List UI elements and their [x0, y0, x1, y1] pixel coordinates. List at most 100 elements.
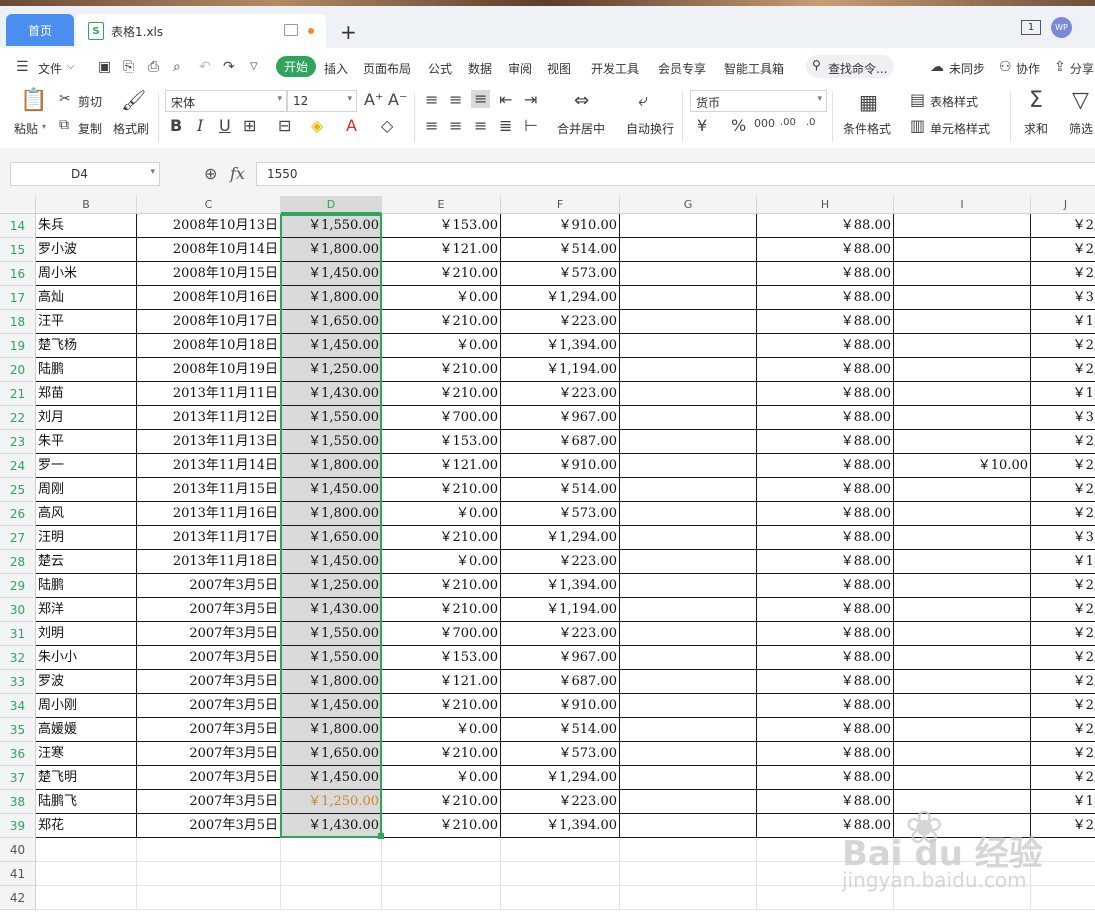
paste-button[interactable]: 粘贴: [14, 120, 38, 137]
cell-j21[interactable]: ￥1,: [1031, 382, 1095, 406]
cell-b27[interactable]: 汪明: [36, 526, 137, 550]
cell-d30[interactable]: ￥1,430.00: [281, 598, 382, 622]
cell-f19[interactable]: ￥1,394.00: [501, 334, 620, 358]
justify-icon[interactable]: ≣: [499, 118, 512, 134]
cell-g18[interactable]: [620, 310, 757, 334]
cell-c18[interactable]: 2008年10月17日: [137, 310, 281, 334]
cell-d24[interactable]: ￥1,800.00: [281, 454, 382, 478]
cell-e34[interactable]: ￥210.00: [382, 694, 501, 718]
cell-f31[interactable]: ￥223.00: [501, 622, 620, 646]
save-icon[interactable]: ▣: [98, 59, 111, 75]
cell-d21[interactable]: ￥1,430.00: [281, 382, 382, 406]
cell-d42[interactable]: [281, 886, 382, 910]
cell-g35[interactable]: [620, 718, 757, 742]
cell-f33[interactable]: ￥687.00: [501, 670, 620, 694]
cell-h39[interactable]: ￥88.00: [757, 814, 894, 838]
cell-d18[interactable]: ￥1,650.00: [281, 310, 382, 334]
cell-g41[interactable]: [620, 862, 757, 886]
cell-h30[interactable]: ￥88.00: [757, 598, 894, 622]
cell-j35[interactable]: ￥2,: [1031, 718, 1095, 742]
cell-b25[interactable]: 周刚: [36, 478, 137, 502]
cell-d32[interactable]: ￥1,550.00: [281, 646, 382, 670]
row-header-18[interactable]: 18: [0, 310, 36, 334]
cell-i35[interactable]: [894, 718, 1031, 742]
align-top-icon[interactable]: ≡: [425, 92, 438, 108]
cell-b35[interactable]: 高媛媛: [36, 718, 137, 742]
merge-center-icon[interactable]: ⇔: [574, 92, 589, 110]
cell-e15[interactable]: ￥121.00: [382, 238, 501, 262]
cell-b38[interactable]: 陆鹏飞: [36, 790, 137, 814]
cell-h16[interactable]: ￥88.00: [757, 262, 894, 286]
cell-c42[interactable]: [137, 886, 281, 910]
cell-f16[interactable]: ￥573.00: [501, 262, 620, 286]
cell-g37[interactable]: [620, 766, 757, 790]
cell-j36[interactable]: ￥2,: [1031, 742, 1095, 766]
menu-insert[interactable]: 插入: [324, 60, 348, 77]
cell-d38[interactable]: ￥1,250.00: [281, 790, 382, 814]
undo-icon[interactable]: ↶: [199, 59, 211, 75]
cell-f32[interactable]: ￥967.00: [501, 646, 620, 670]
cell-b26[interactable]: 高风: [36, 502, 137, 526]
cell-h23[interactable]: ￥88.00: [757, 430, 894, 454]
cell-i34[interactable]: [894, 694, 1031, 718]
cell-i42[interactable]: [894, 886, 1031, 910]
cell-e36[interactable]: ￥210.00: [382, 742, 501, 766]
cell-f18[interactable]: ￥223.00: [501, 310, 620, 334]
cell-i40[interactable]: [894, 838, 1031, 862]
cell-d34[interactable]: ￥1,450.00: [281, 694, 382, 718]
cell-d19[interactable]: ￥1,450.00: [281, 334, 382, 358]
cell-i32[interactable]: [894, 646, 1031, 670]
cell-b18[interactable]: 汪平: [36, 310, 137, 334]
cell-g38[interactable]: [620, 790, 757, 814]
cell-e40[interactable]: [382, 838, 501, 862]
cell-e19[interactable]: ￥0.00: [382, 334, 501, 358]
row-header-35[interactable]: 35: [0, 718, 36, 742]
cell-i39[interactable]: [894, 814, 1031, 838]
cell-j34[interactable]: ￥2,: [1031, 694, 1095, 718]
cell-i17[interactable]: [894, 286, 1031, 310]
cell-f22[interactable]: ￥967.00: [501, 406, 620, 430]
cell-h15[interactable]: ￥88.00: [757, 238, 894, 262]
distribute-icon[interactable]: ⊢: [524, 118, 538, 134]
cell-b20[interactable]: 陆鹏: [36, 358, 137, 382]
cell-c36[interactable]: 2007年3月5日: [137, 742, 281, 766]
format-painter-button[interactable]: 格式刷: [113, 120, 149, 137]
cell-c31[interactable]: 2007年3月5日: [137, 622, 281, 646]
cell-g20[interactable]: [620, 358, 757, 382]
row-header-28[interactable]: 28: [0, 550, 36, 574]
sum-icon[interactable]: Σ: [1029, 90, 1043, 112]
cell-i14[interactable]: [894, 214, 1031, 238]
cell-b24[interactable]: 罗一: [36, 454, 137, 478]
cell-e14[interactable]: ￥153.00: [382, 214, 501, 238]
cell-f42[interactable]: [501, 886, 620, 910]
cell-j42[interactable]: [1031, 886, 1095, 910]
cell-d31[interactable]: ￥1,550.00: [281, 622, 382, 646]
avatar[interactable]: WP: [1051, 17, 1072, 38]
sum-button[interactable]: 求和: [1024, 120, 1048, 137]
cell-f39[interactable]: ￥1,394.00: [501, 814, 620, 838]
cell-e17[interactable]: ￥0.00: [382, 286, 501, 310]
row-header-16[interactable]: 16: [0, 262, 36, 286]
monitor-icon[interactable]: [284, 24, 298, 36]
menu-hamburger-icon[interactable]: ☰: [16, 59, 29, 75]
cell-e29[interactable]: ￥210.00: [382, 574, 501, 598]
print-preview-icon[interactable]: ⌕: [173, 59, 181, 75]
cell-g32[interactable]: [620, 646, 757, 670]
cell-h31[interactable]: ￥88.00: [757, 622, 894, 646]
file-tab[interactable]: S 表格1.xls: [76, 14, 326, 48]
conditional-format-button[interactable]: 条件格式: [843, 120, 891, 137]
cell-f36[interactable]: ￥573.00: [501, 742, 620, 766]
column-header-g[interactable]: G: [620, 196, 757, 214]
align-bottom-icon[interactable]: ≡: [471, 90, 491, 108]
cell-b14[interactable]: 朱兵: [36, 214, 137, 238]
cell-j33[interactable]: ￥2,: [1031, 670, 1095, 694]
row-header-19[interactable]: 19: [0, 334, 36, 358]
cell-b29[interactable]: 陆鹏: [36, 574, 137, 598]
chevron-down-icon[interactable]: ⌵: [67, 61, 75, 72]
menu-data[interactable]: 数据: [468, 60, 492, 77]
command-search[interactable]: ⚲ 查找命令...: [806, 55, 894, 78]
cell-f40[interactable]: [501, 838, 620, 862]
paste-icon[interactable]: 📋: [20, 90, 47, 112]
cell-b37[interactable]: 楚飞明: [36, 766, 137, 790]
menu-smart-toolbox[interactable]: 智能工具箱: [724, 60, 784, 77]
